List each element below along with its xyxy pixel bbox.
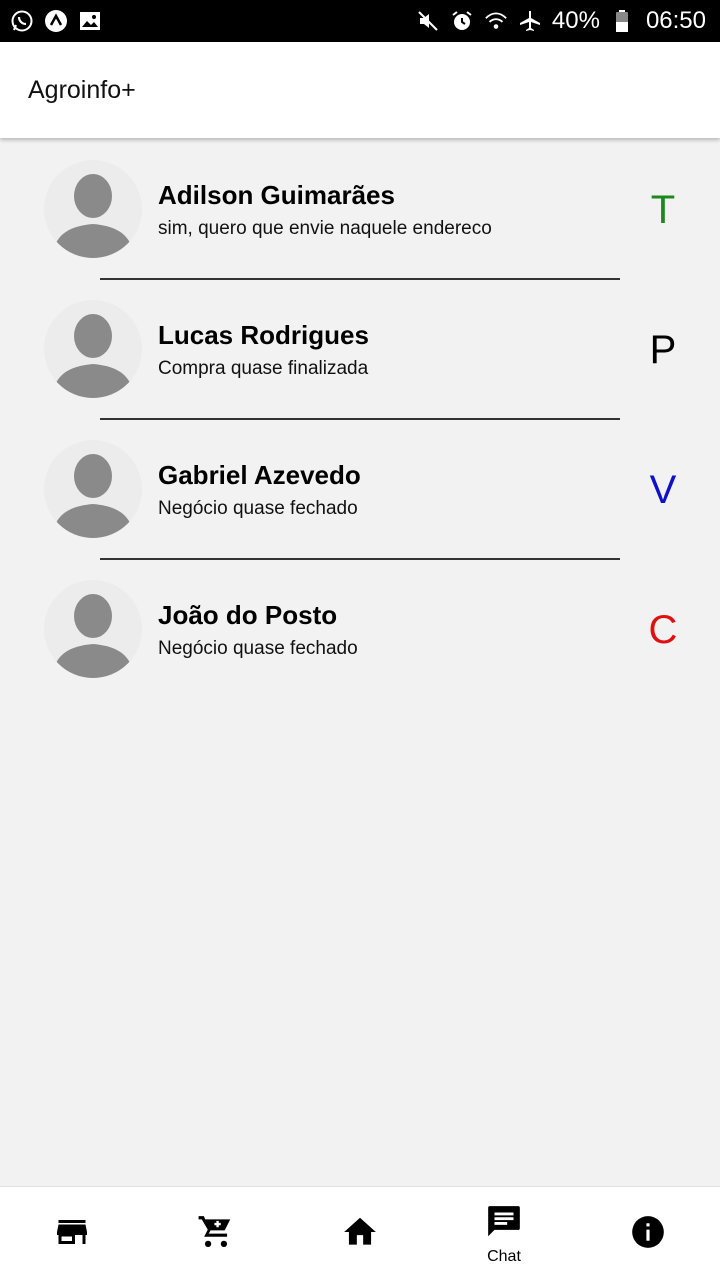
nav-store[interactable] [0,1187,144,1280]
battery-percent: 40% [551,7,600,34]
chat-icon [485,1203,523,1246]
last-message: sim, quero que envie naquele endereco [158,218,492,239]
contact-name: João do Posto [158,600,338,630]
app-title: Agroinfo+ [28,75,136,104]
contact-name: Lucas Rodrigues [158,320,369,350]
wifi-icon [484,9,508,33]
status-tag: V [649,468,677,512]
contact-name: Adilson Guimarães [158,180,395,210]
clock: 06:50 [645,7,706,34]
avatar [44,300,142,398]
status-tag: P [649,328,677,372]
status-tag: T [650,188,676,232]
alarm-icon [450,9,474,33]
chat-item[interactable]: Adilson Guimarães sim, quero que envie n… [0,140,720,280]
battery-icon [610,9,634,33]
last-message: Compra quase finalizada [158,358,369,379]
nav-home[interactable] [288,1187,432,1280]
chat-item[interactable]: Lucas Rodrigues Compra quase finalizada … [0,280,720,420]
avatar [44,160,142,258]
cart-icon [197,1213,235,1256]
mute-icon [416,9,440,33]
nav-chat[interactable]: Chat [432,1187,576,1280]
image-icon [78,9,102,33]
app-notification-icon [44,9,68,33]
last-message: Negócio quase fechado [158,638,358,659]
nav-chat-label: Chat [487,1247,521,1265]
nav-info[interactable] [576,1187,720,1280]
nav-cart[interactable] [144,1187,288,1280]
chat-item[interactable]: João do Posto Negócio quase fechado C [0,560,720,700]
contact-name: Gabriel Azevedo [158,460,361,490]
chat-item[interactable]: Gabriel Azevedo Negócio quase fechado V [0,420,720,560]
airplane-icon [518,9,542,33]
store-icon [54,1214,90,1255]
app-bar: Agroinfo+ [0,42,720,138]
avatar [44,440,142,538]
info-icon [629,1213,667,1256]
bottom-nav: Chat [0,1186,720,1280]
home-icon [341,1213,379,1256]
status-tag: C [648,608,678,652]
avatar [44,580,142,678]
status-bar: 40% 06:50 [0,0,720,42]
whatsapp-icon [10,9,34,33]
chat-list: Adilson Guimarães sim, quero que envie n… [0,140,720,700]
last-message: Negócio quase fechado [158,498,358,519]
